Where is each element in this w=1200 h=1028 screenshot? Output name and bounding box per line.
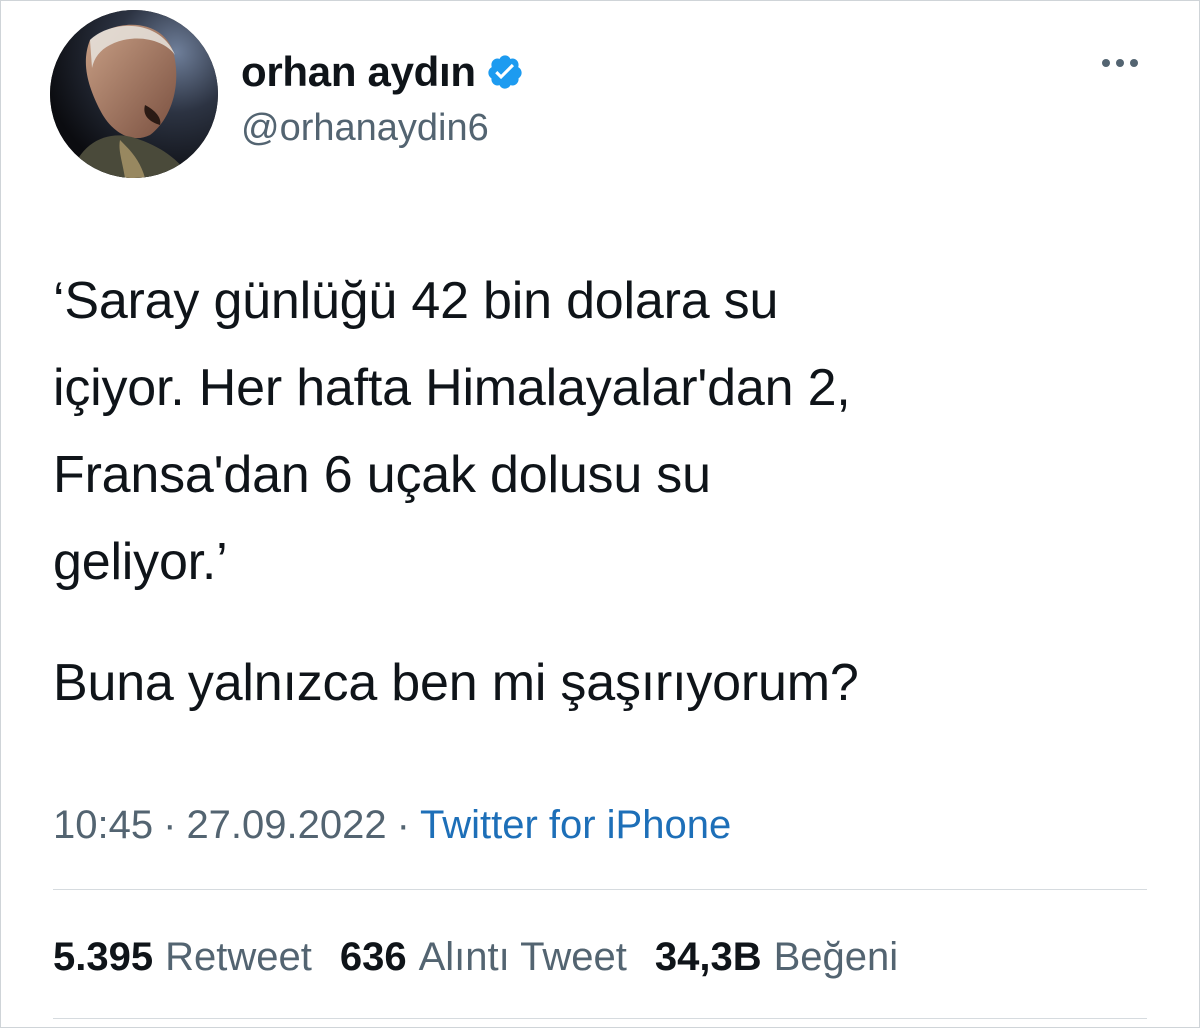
tweet-text: ‘Saray günlüğü 42 bin dolara su içiyor. … <box>53 272 851 591</box>
tweet-time[interactable]: 10:45 <box>53 800 153 850</box>
author-name-row[interactable]: orhan aydın <box>241 48 524 96</box>
likes-count: 34,3B <box>654 935 762 979</box>
divider <box>53 1018 1147 1019</box>
retweets-stat[interactable]: 5.395 Retweet <box>53 932 312 982</box>
quotes-label: Alıntı Tweet <box>418 935 627 979</box>
retweets-label: Retweet <box>165 935 312 979</box>
tweet-meta: 10:45 · 27.09.2022 · Twitter for iPhone <box>53 800 731 850</box>
avatar[interactable] <box>50 10 218 178</box>
quotes-count: 636 <box>339 935 407 979</box>
display-name[interactable]: orhan aydın <box>241 48 476 96</box>
meta-separator: · <box>396 803 410 847</box>
quotes-stat[interactable]: 636 Alıntı Tweet <box>340 932 627 982</box>
tweet-stats: 5.395 Retweet 636 Alıntı Tweet 34,3B Beğ… <box>53 932 926 982</box>
likes-stat[interactable]: 34,3B Beğeni <box>655 932 898 982</box>
tweet-text-question: Buna yalnızca ben mi şaşırıyorum? <box>53 654 859 712</box>
tweet-source-link[interactable]: Twitter for iPhone <box>420 800 731 850</box>
meta-separator: · <box>163 803 177 847</box>
likes-label: Beğeni <box>773 935 899 979</box>
author-handle[interactable]: @orhanaydin6 <box>241 106 489 150</box>
divider <box>53 889 1147 890</box>
tweet-date[interactable]: 27.09.2022 <box>186 800 386 850</box>
verified-badge-icon <box>486 53 524 91</box>
retweets-count: 5.395 <box>53 935 154 979</box>
more-horizontal-icon <box>1102 59 1110 67</box>
more-options-button[interactable] <box>1090 48 1150 78</box>
